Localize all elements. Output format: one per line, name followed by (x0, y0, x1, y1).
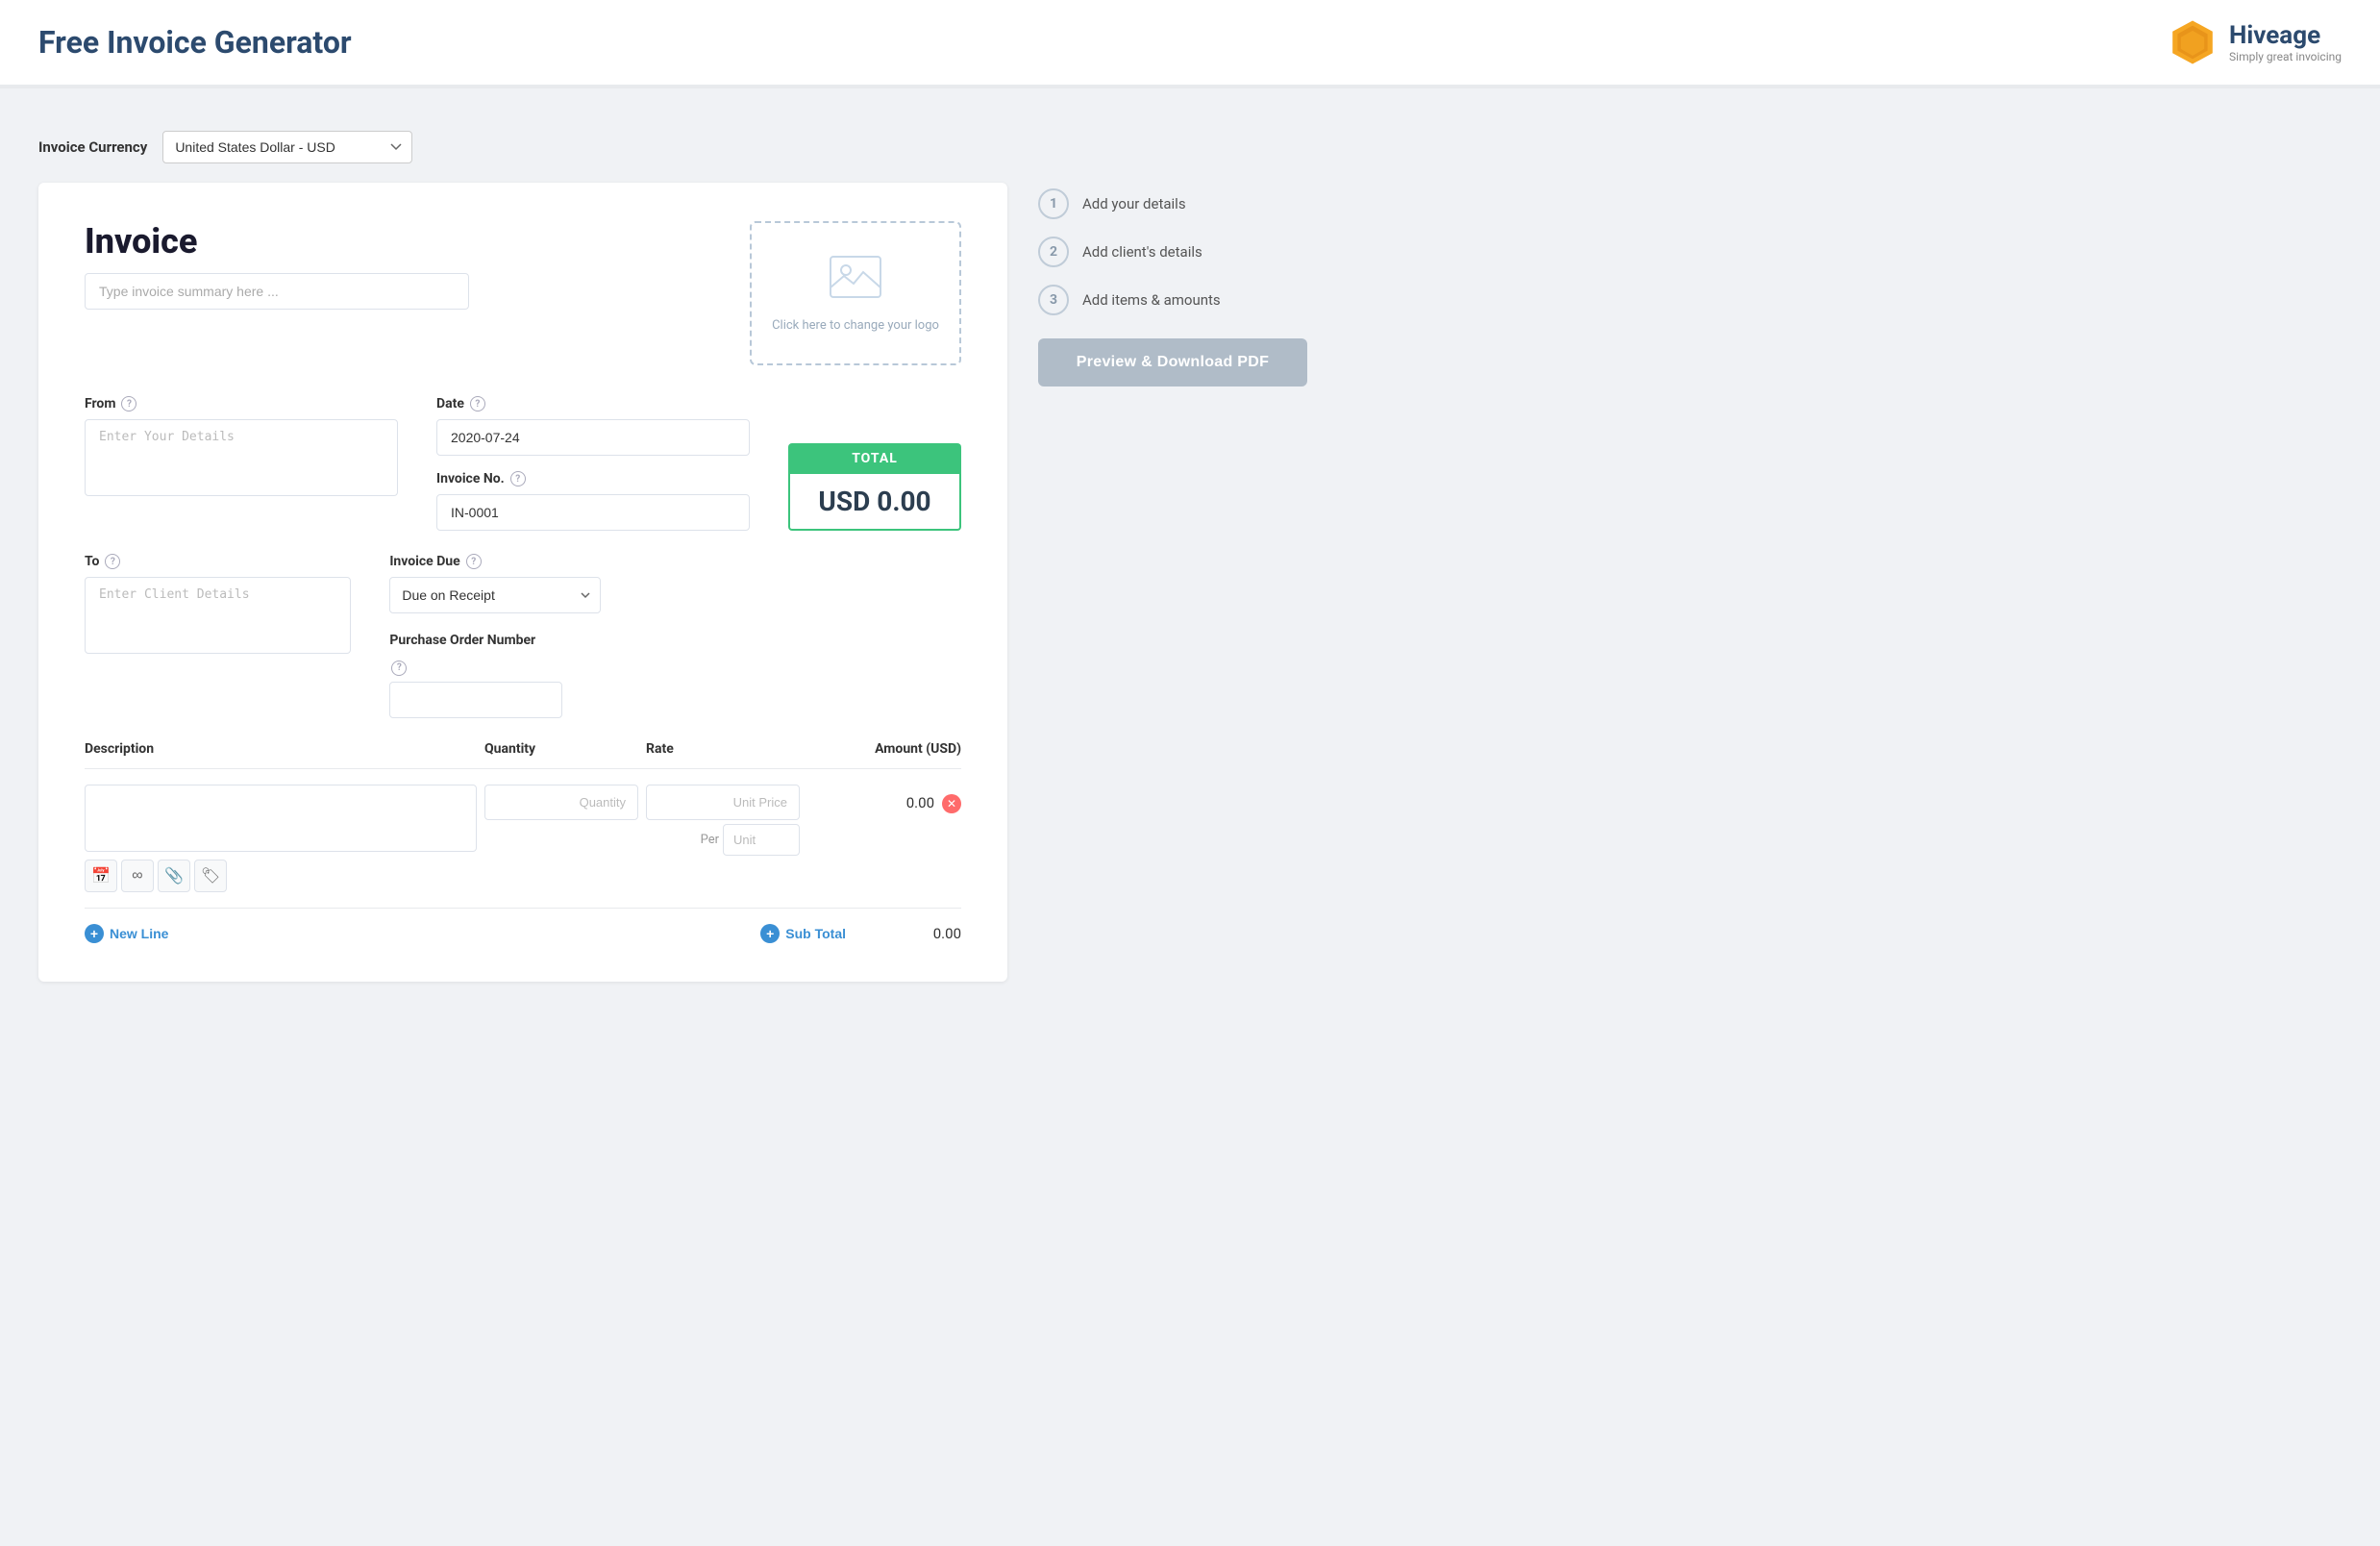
date-help-icon[interactable]: ? (470, 396, 485, 411)
currency-select[interactable]: United States Dollar - USD Euro - EUR Br… (162, 131, 412, 163)
sidebar: 1 Add your details 2 Add client's detail… (1038, 131, 1307, 982)
po-number-input[interactable] (389, 682, 562, 718)
to-help-icon[interactable]: ? (105, 554, 120, 569)
po-label: Purchase Order Number (389, 633, 656, 648)
invoice-no-label: Invoice No. ? (436, 471, 750, 486)
tag-toolbar-btn[interactable]: 🏷 (194, 860, 227, 892)
step-1-circle: 1 (1038, 188, 1069, 219)
new-line-plus-icon: + (85, 924, 104, 943)
due-label: Invoice Due ? (389, 554, 656, 569)
step-2-circle: 2 (1038, 237, 1069, 267)
sidebar-steps: 1 Add your details 2 Add client's detail… (1038, 188, 1307, 315)
item-desc-area: 📅 ∞ 📎 🏷 (85, 785, 477, 892)
step-2-label: Add client's details (1082, 243, 1202, 261)
total-box: TOTAL USD 0.00 (788, 443, 961, 531)
sidebar-step-2: 2 Add client's details (1038, 237, 1307, 267)
page-header: Free Invoice Generator Hiveage Simply gr… (0, 0, 2380, 87)
step-1-label: Add your details (1082, 195, 1186, 212)
qty-header: Quantity (484, 741, 638, 757)
rate-header: Rate (646, 741, 800, 757)
total-label: TOTAL (788, 443, 961, 474)
desc-header: Description (85, 741, 477, 757)
subtotal-row: + Sub Total 0.00 (760, 924, 961, 943)
total-amount-bar: USD 0.00 (788, 474, 961, 531)
logo-upload-area[interactable]: Click here to change your logo (750, 221, 961, 365)
paperclip-icon: 📎 (164, 866, 184, 885)
brand-tagline: Simply great invoicing (2229, 50, 2342, 63)
to-section: To ? (85, 554, 351, 718)
from-label: From ? (85, 396, 398, 411)
tag-icon: 🏷 (201, 866, 220, 885)
new-line-label: New Line (110, 926, 168, 941)
item-unit-input[interactable] (723, 824, 800, 856)
brand-logo: Hiveage Simply great invoicing (2168, 17, 2342, 67)
new-line-btn[interactable]: + New Line (85, 924, 168, 943)
invoice-no-help-icon[interactable]: ? (510, 471, 526, 486)
date-label: Date ? (436, 396, 750, 411)
subtotal-label: Sub Total (785, 926, 846, 941)
step-3-circle: 3 (1038, 285, 1069, 315)
subtotal-btn[interactable]: + Sub Total (760, 924, 846, 943)
sidebar-step-3: 3 Add items & amounts (1038, 285, 1307, 315)
to-due-row: To ? Invoice Due ? Due on Receipt (85, 554, 961, 718)
item-amount: 0.00 (906, 794, 934, 811)
logo-upload-label: Click here to change your logo (772, 318, 939, 333)
table-row: 📅 ∞ 📎 🏷 (85, 777, 961, 900)
preview-download-btn[interactable]: Preview & Download PDF (1038, 338, 1307, 386)
invoice-title-section: Invoice (85, 221, 750, 310)
from-section: From ? (85, 396, 398, 531)
invoice-card: Invoice Click here to change your logo (38, 183, 1007, 982)
currency-label: Invoice Currency (38, 138, 147, 156)
from-date-row: From ? Date ? (85, 396, 961, 531)
from-help-icon[interactable]: ? (121, 396, 136, 411)
sidebar-step-1: 1 Add your details (1038, 188, 1307, 219)
invoice-due-select[interactable]: Due on Receipt Net 15 Net 30 Net 60 Cust… (389, 577, 601, 613)
item-qty-input[interactable] (484, 785, 638, 820)
po-help-icon[interactable]: ? (391, 661, 407, 676)
to-label: To ? (85, 554, 351, 569)
content-area: Invoice Currency United States Dollar - … (38, 131, 1007, 982)
item-remove-btn[interactable]: ✕ (942, 794, 961, 813)
due-help-icon[interactable]: ? (466, 554, 482, 569)
per-unit-row: Per (646, 824, 800, 856)
due-po-section: Invoice Due ? Due on Receipt Net 15 Net … (389, 554, 656, 718)
link-icon: ∞ (132, 867, 142, 885)
bottom-row: + New Line + Sub Total 0.00 (85, 908, 961, 943)
currency-row: Invoice Currency United States Dollar - … (38, 131, 1007, 163)
date-invoiceno-section: Date ? Invoice No. ? (436, 396, 750, 531)
invoice-card-header: Invoice Click here to change your logo (85, 221, 961, 365)
subtotal-amount: 0.00 (904, 925, 961, 942)
from-textarea[interactable] (85, 419, 398, 496)
total-amount: USD 0.00 (818, 486, 930, 517)
item-unit-price-input[interactable] (646, 785, 800, 820)
amount-header: Amount (USD) (807, 741, 961, 757)
per-label: Per (701, 833, 719, 847)
invoice-summary-input[interactable] (85, 273, 469, 310)
invoice-no-input[interactable] (436, 494, 750, 531)
item-amount-col: 0.00 ✕ (807, 785, 961, 813)
brand-name-area: Hiveage Simply great invoicing (2229, 21, 2342, 63)
item-rate-col: Per (646, 785, 800, 856)
item-toolbar: 📅 ∞ 📎 🏷 (85, 860, 477, 892)
item-desc-input[interactable] (85, 785, 477, 852)
brand-name: Hiveage (2229, 21, 2342, 50)
invoice-title: Invoice (85, 221, 750, 262)
items-section: Description Quantity Rate Amount (USD) 📅 (85, 741, 961, 943)
image-placeholder-icon (829, 255, 882, 311)
attachment-toolbar-btn[interactable]: 📎 (158, 860, 190, 892)
calendar-toolbar-btn[interactable]: 📅 (85, 860, 117, 892)
to-textarea[interactable] (85, 577, 351, 654)
date-input[interactable] (436, 419, 750, 456)
subtotal-plus-icon: + (760, 924, 780, 943)
hiveage-logo-icon (2168, 17, 2218, 67)
main-layout: Invoice Currency United States Dollar - … (0, 108, 1346, 1005)
calendar-icon: 📅 (91, 866, 111, 885)
items-header: Description Quantity Rate Amount (USD) (85, 741, 961, 769)
page-title: Free Invoice Generator (38, 24, 352, 61)
item-qty-col (484, 785, 638, 820)
step-3-label: Add items & amounts (1082, 291, 1221, 309)
link-toolbar-btn[interactable]: ∞ (121, 860, 154, 892)
